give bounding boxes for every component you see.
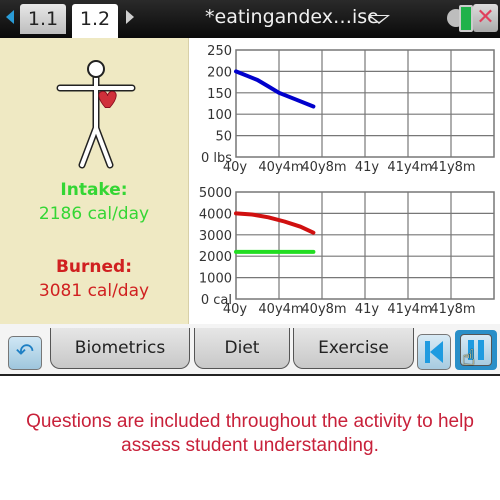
diet-button[interactable]: Diet: [194, 328, 290, 369]
x-tick-label: 41y4m: [387, 302, 432, 317]
undo-button[interactable]: ↶: [8, 336, 42, 370]
burned-value: 3081 cal/day: [38, 281, 150, 301]
x-tick-label: 40y8m: [301, 302, 346, 317]
x-tick-label: 41y8m: [430, 302, 475, 317]
biometrics-button[interactable]: Biometrics: [50, 328, 190, 369]
intake-label: Intake:: [60, 180, 128, 200]
x-tick-label: 41y: [355, 302, 380, 317]
main-area: Intake: 2186 cal/day Burned: 3081 cal/da…: [0, 38, 500, 324]
x-tick-label: 41y: [355, 160, 380, 175]
exercise-button[interactable]: Exercise: [293, 328, 414, 369]
y-tick-label: 100: [207, 108, 232, 123]
x-tick-label: 40y8m: [301, 160, 346, 175]
y-tick-label: 200: [207, 65, 232, 80]
y-tick-label: 2000: [199, 250, 232, 265]
bottom-toolbar: ↶ Biometrics Diet Exercise ☝: [0, 324, 500, 376]
heart-icon: [98, 90, 117, 108]
calories-chart: 0 cal 1000 2000 3000 4000 5000 40y 40y4m 40y8m 41…: [189, 180, 500, 324]
x-tick-label: 40y: [223, 160, 248, 175]
pause-bar: [478, 340, 484, 360]
document-title: *eatingandex…ise: [205, 6, 379, 28]
tab-scroll-right-icon[interactable]: [126, 10, 134, 24]
x-tick-label: 40y4m: [258, 160, 303, 175]
top-bar: 1.1 1.2 *eatingandex…ise ✕: [0, 0, 500, 38]
y-tick-label: 1000: [199, 272, 232, 287]
intake-value: 2186 cal/day: [38, 204, 150, 224]
close-button[interactable]: ✕: [473, 4, 498, 32]
x-tick-label: 40y4m: [258, 302, 303, 317]
document-menu-chevron-icon[interactable]: [368, 15, 390, 24]
rewind-arrow: [430, 341, 443, 363]
tab-scroll-left-icon[interactable]: [6, 10, 14, 24]
y-tick-label: 3000: [199, 229, 232, 244]
hand-cursor-icon: ☝: [462, 346, 476, 371]
burned-label: Burned:: [55, 257, 133, 277]
tab-1-1[interactable]: 1.1: [20, 4, 66, 34]
tab-1-2[interactable]: 1.2: [72, 4, 118, 38]
y-tick-label: 5000: [199, 186, 232, 201]
battery-icon: [459, 5, 473, 32]
weight-chart: 0 lbs 50 100 150 200 250 40y 40y4m 40y8m 41y 41y4m…: [189, 38, 500, 178]
weight-chart-svg: 0 lbs5010015020025040y 40y4m40y8m 41y 41y4m…: [201, 44, 495, 175]
caption-text: Questions are included throughout the ac…: [26, 411, 474, 456]
y-tick-label: 4000: [199, 207, 232, 222]
rewind-button[interactable]: [417, 334, 451, 370]
x-tick-label: 41y8m: [430, 160, 475, 175]
calories-chart-svg: 0 cal1000200030004000500040y 40y4m40y8m 41…: [199, 186, 495, 317]
stick-figure-icon: [56, 60, 136, 169]
y-tick-label: 50: [215, 130, 232, 145]
status-panel: Intake: 2186 cal/day Burned: 3081 cal/da…: [0, 38, 189, 324]
x-tick-label: 41y4m: [387, 160, 432, 175]
x-tick-label: 40y: [223, 302, 248, 317]
y-tick-label: 150: [207, 87, 232, 102]
y-tick-label: 250: [207, 44, 232, 59]
